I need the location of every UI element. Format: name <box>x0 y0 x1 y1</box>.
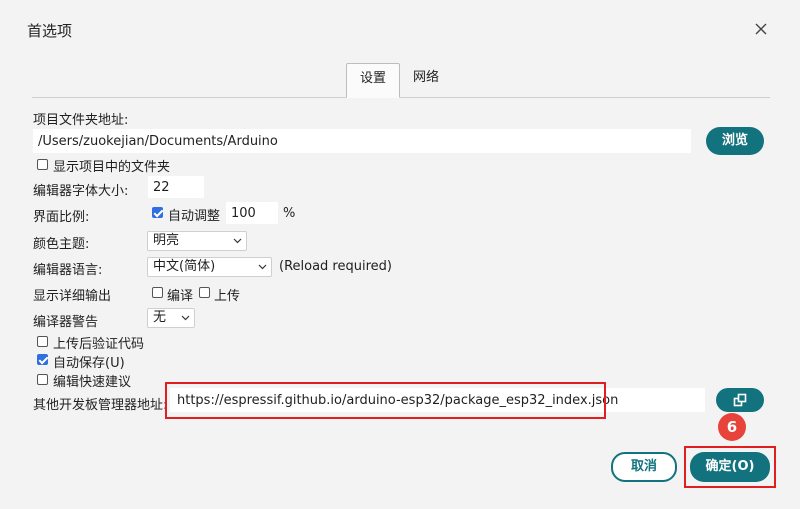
board-urls-highlight <box>165 382 606 419</box>
font-size-label: 编辑器字体大小: <box>33 184 129 199</box>
verbose-upload-label: 上传 <box>214 289 241 304</box>
verbose-upload-checkbox[interactable] <box>199 287 210 298</box>
warnings-select[interactable]: 无 <box>147 308 195 328</box>
language-label: 编辑器语言: <box>33 263 103 278</box>
reload-required-note: (Reload required) <box>279 259 392 274</box>
sketchbook-path-input[interactable] <box>33 129 691 153</box>
dialog-title: 首选项 <box>27 22 73 40</box>
warnings-value: 无 <box>153 310 167 325</box>
autosave-checkbox[interactable] <box>37 354 48 365</box>
font-size-input[interactable] <box>148 176 204 198</box>
theme-value: 明亮 <box>153 233 180 248</box>
auto-scale-label: 自动调整 <box>168 209 221 224</box>
scale-input[interactable] <box>226 202 278 224</box>
step-badge: 6 <box>718 413 746 441</box>
tab-network[interactable]: 网络 <box>400 63 452 97</box>
verbose-label: 显示详细输出 <box>33 289 112 304</box>
auto-scale-checkbox[interactable] <box>152 207 163 218</box>
tab-divider <box>32 97 770 98</box>
edit-urls-button[interactable] <box>716 388 764 412</box>
cancel-button[interactable]: 取消 <box>611 452 677 482</box>
ok-button-highlight <box>684 446 776 488</box>
open-window-icon <box>733 393 747 407</box>
sketchbook-label: 项目文件夹地址: <box>33 113 129 128</box>
chevron-down-icon <box>258 264 267 270</box>
board-urls-label: 其他开发板管理器地址: <box>33 398 168 413</box>
language-select[interactable]: 中文(简体) <box>147 257 272 277</box>
verify-after-upload-checkbox[interactable] <box>37 336 48 347</box>
language-value: 中文(简体) <box>153 259 216 274</box>
tab-settings[interactable]: 设置 <box>346 63 400 98</box>
quick-suggestions-checkbox[interactable] <box>37 374 48 385</box>
browse-button[interactable]: 浏览 <box>706 127 764 155</box>
theme-label: 颜色主题: <box>33 237 90 252</box>
verbose-compile-checkbox[interactable] <box>152 287 163 298</box>
verbose-compile-label: 编译 <box>167 289 194 304</box>
preferences-dialog: 首选项 设置 网络 项目文件夹地址: 浏览 显示项目中的文件夹 编辑器字体大小:… <box>0 0 800 509</box>
chevron-down-icon <box>233 238 242 244</box>
verify-after-upload-label: 上传后验证代码 <box>53 337 145 352</box>
quick-suggestions-label: 编辑快速建议 <box>53 375 132 390</box>
close-icon[interactable] <box>752 20 770 38</box>
show-files-label: 显示项目中的文件夹 <box>53 160 171 175</box>
scale-label: 界面比例: <box>33 210 90 225</box>
theme-select[interactable]: 明亮 <box>147 231 247 251</box>
warnings-label: 编译器警告 <box>33 315 99 330</box>
autosave-label: 自动保存(U) <box>53 356 125 371</box>
show-files-checkbox[interactable] <box>37 159 48 170</box>
chevron-down-icon <box>181 315 190 321</box>
scale-unit: % <box>283 206 296 221</box>
